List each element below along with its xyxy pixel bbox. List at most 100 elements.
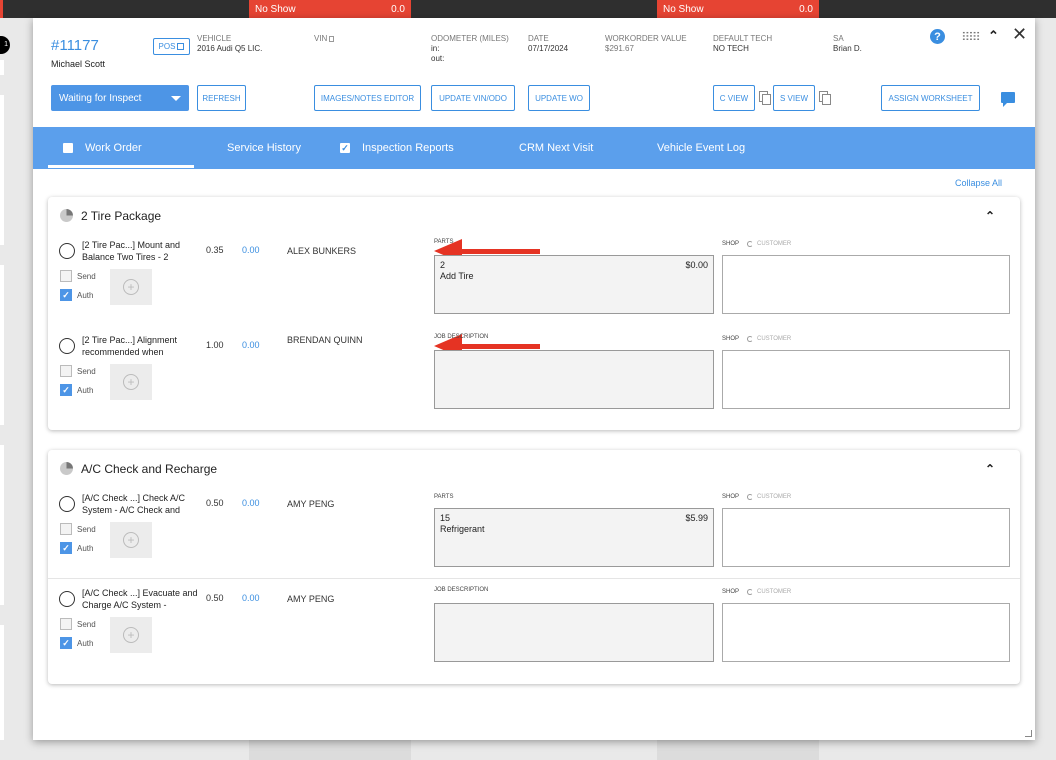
chevron-up-icon[interactable]: ⌃	[985, 462, 995, 476]
grid-menu-icon[interactable]	[962, 31, 980, 41]
service-line: [A/C Check ...] Check A/C System - A/C C…	[48, 490, 1020, 578]
send-checkbox[interactable]: Send	[60, 618, 96, 630]
help-icon[interactable]: ?	[930, 29, 945, 44]
background-side-panel	[0, 445, 4, 605]
shop-customer-toggle[interactable]: SHOP CUSTOMER	[722, 241, 791, 247]
service-advisor-field: SA Brian D.	[833, 34, 862, 53]
active-tab-indicator	[48, 165, 194, 168]
pos-label: POS	[158, 42, 176, 51]
service-radio[interactable]	[59, 243, 75, 259]
parts-label: PARTS	[434, 494, 454, 500]
add-image-button[interactable]: +	[110, 522, 152, 558]
auth-checkbox[interactable]: ✓ Auth	[60, 289, 93, 301]
package-title: 2 Tire Package	[81, 209, 162, 223]
tab-vehicle-event-log[interactable]: Vehicle Event Log	[657, 127, 745, 169]
no-show-chip[interactable]: No Show 0.0	[657, 0, 819, 18]
service-radio[interactable]	[59, 591, 75, 607]
collapse-all-link[interactable]: Collapse All	[955, 178, 1002, 188]
shop-customer-toggle[interactable]: SHOP CUSTOMER	[722, 494, 791, 500]
auth-checkbox[interactable]: ✓ Auth	[60, 542, 93, 554]
status-dropdown[interactable]: Waiting for Inspect	[51, 85, 189, 111]
service-amount[interactable]: 0.00	[242, 498, 260, 508]
pie-chart-icon	[60, 462, 73, 475]
service-hours: 0.50	[206, 498, 224, 508]
pos-button[interactable]: POS	[153, 38, 190, 55]
refresh-button[interactable]: REFRESH	[197, 85, 246, 111]
workorder-value-field: WORKORDER VALUE $291.67	[605, 34, 687, 53]
service-tech[interactable]: AMY PENG	[287, 498, 377, 510]
send-checkbox[interactable]: Send	[60, 365, 96, 377]
send-checkbox[interactable]: Send	[60, 523, 96, 535]
add-image-button[interactable]: +	[110, 364, 152, 400]
notes-textarea[interactable]	[722, 255, 1010, 314]
add-image-button[interactable]: +	[110, 617, 152, 653]
service-amount[interactable]: 0.00	[242, 593, 260, 603]
plus-icon: +	[123, 374, 139, 390]
background-side-panel	[0, 265, 4, 425]
service-amount[interactable]: 0.00	[242, 245, 260, 255]
resize-grip-icon[interactable]	[1025, 730, 1032, 737]
job-description-box[interactable]	[434, 350, 714, 409]
update-vin-odo-button[interactable]: UPDATE VIN/ODO	[431, 85, 515, 111]
part-name: Add Tire	[440, 271, 474, 281]
background-column	[249, 740, 411, 760]
service-radio[interactable]	[59, 496, 75, 512]
background-side-panel	[0, 60, 4, 75]
work-order-modal: #11177 Michael Scott POS VEHICLE 2016 Au…	[33, 18, 1035, 740]
copy-icon[interactable]	[329, 36, 335, 42]
service-line: [A/C Check ...] Evacuate and Charge A/C …	[48, 585, 1020, 680]
c-view-button[interactable]: C VIEW	[713, 85, 755, 111]
refresh-icon	[747, 336, 754, 342]
part-price: $0.00	[685, 260, 708, 270]
send-checkbox[interactable]: Send	[60, 270, 96, 282]
shop-customer-toggle[interactable]: SHOP CUSTOMER	[722, 589, 791, 595]
package-title: A/C Check and Recharge	[81, 462, 218, 476]
notes-textarea[interactable]	[722, 350, 1010, 409]
tab-inspection-reports[interactable]: ✓ Inspection Reports	[340, 127, 454, 169]
chevron-up-icon[interactable]: ⌃	[985, 209, 995, 223]
tab-work-order[interactable]: Work Order	[63, 127, 142, 169]
service-tech[interactable]: ALEX BUNKERS	[287, 245, 377, 257]
service-name: [A/C Check ...] Check A/C System - A/C C…	[82, 493, 186, 515]
work-order-number[interactable]: #11177	[51, 37, 99, 54]
close-icon[interactable]: ✕	[1012, 24, 1027, 45]
service-divider	[48, 578, 1020, 579]
tab-crm-next-visit[interactable]: CRM Next Visit	[519, 127, 593, 169]
service-tech[interactable]: BRENDAN QUINN	[287, 334, 377, 346]
notes-textarea[interactable]	[722, 603, 1010, 662]
package-card: A/C Check and Recharge ⌃ [A/C Check ...]…	[48, 450, 1020, 684]
service-tech[interactable]: AMY PENG	[287, 593, 377, 605]
background-side-panel	[0, 95, 4, 245]
chat-icon[interactable]	[1001, 92, 1015, 107]
refresh-icon	[747, 589, 754, 595]
auth-checkbox[interactable]: ✓ Auth	[60, 637, 93, 649]
job-description-box[interactable]	[434, 603, 714, 662]
auth-checkbox[interactable]: ✓ Auth	[60, 384, 93, 396]
no-show-chip[interactable]: No Show 0.0	[249, 0, 411, 18]
update-wo-button[interactable]: UPDATE WO	[528, 85, 590, 111]
copy-icon[interactable]	[819, 91, 831, 105]
vin-field: VIN	[314, 34, 335, 44]
pie-chart-icon	[60, 209, 73, 222]
service-radio[interactable]	[59, 338, 75, 354]
service-line: [2 Tire Pac...] Alignment recommended wh…	[48, 332, 1020, 427]
shop-customer-toggle[interactable]: SHOP CUSTOMER	[722, 336, 791, 342]
parts-box[interactable]: 2 Add Tire $0.00	[434, 255, 714, 314]
tab-bar: Work Order Service History ✓ Inspection …	[33, 127, 1035, 169]
background-column	[657, 740, 819, 760]
background-status-edge	[0, 0, 3, 18]
chevron-up-icon[interactable]: ⌃	[988, 28, 999, 44]
notes-textarea[interactable]	[722, 508, 1010, 567]
service-name: [2 Tire Pac...] Alignment recommended wh…	[82, 335, 178, 357]
assign-worksheet-button[interactable]: ASSIGN WORKSHEET	[881, 85, 980, 111]
copy-icon[interactable]	[759, 91, 771, 105]
add-image-button[interactable]: +	[110, 269, 152, 305]
tab-service-history[interactable]: Service History	[227, 127, 301, 169]
tab-checkbox-checked[interactable]: ✓	[340, 143, 350, 153]
parts-box[interactable]: 15 Refrigerant $5.99	[434, 508, 714, 567]
images-notes-editor-button[interactable]: IMAGES/NOTES EDITOR	[314, 85, 421, 111]
service-amount[interactable]: 0.00	[242, 340, 260, 350]
s-view-button[interactable]: S VIEW	[773, 85, 815, 111]
refresh-icon	[747, 494, 754, 500]
tab-checkbox[interactable]	[63, 143, 73, 153]
